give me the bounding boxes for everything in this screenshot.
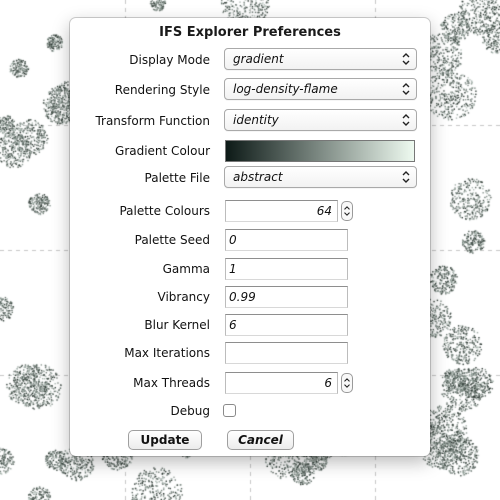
blur-kernel-label: Blur Kernel bbox=[144, 318, 210, 332]
palette-seed-label: Palette Seed bbox=[134, 233, 210, 247]
debug-checkbox[interactable] bbox=[223, 404, 236, 417]
display-mode-value: gradient bbox=[233, 52, 284, 66]
gradient-colour-swatch[interactable] bbox=[225, 140, 415, 162]
transform-function-label: Transform Function bbox=[95, 114, 210, 128]
max-iterations-label: Max Iterations bbox=[124, 346, 210, 360]
palette-file-label: Palette File bbox=[144, 171, 210, 185]
update-button[interactable]: Update bbox=[128, 430, 202, 450]
max-threads-label: Max Threads bbox=[133, 376, 210, 390]
gamma-label: Gamma bbox=[162, 262, 210, 276]
rendering-style-value: log-density-flame bbox=[233, 82, 338, 96]
max-threads-field[interactable]: 6 bbox=[225, 372, 338, 394]
gamma-field[interactable]: 1 bbox=[225, 258, 348, 280]
preferences-dialog: IFS Explorer Preferences Display Mode gr… bbox=[70, 18, 430, 456]
palette-file-value: abstract bbox=[233, 170, 283, 184]
gradient-colour-label: Gradient Colour bbox=[115, 144, 210, 158]
display-mode-select[interactable]: gradient bbox=[224, 48, 417, 70]
palette-colours-stepper[interactable] bbox=[341, 201, 353, 221]
display-mode-label: Display Mode bbox=[129, 53, 210, 67]
chevron-updown-icon bbox=[402, 83, 410, 95]
cancel-button[interactable]: Cancel bbox=[227, 430, 294, 450]
chevron-updown-icon bbox=[402, 171, 410, 183]
vibrancy-label: Vibrancy bbox=[157, 290, 211, 304]
rendering-style-select[interactable]: log-density-flame bbox=[224, 78, 417, 100]
debug-label: Debug bbox=[170, 404, 210, 418]
rendering-style-label: Rendering Style bbox=[114, 83, 210, 97]
max-threads-stepper[interactable] bbox=[341, 373, 353, 393]
palette-colours-label: Palette Colours bbox=[119, 204, 210, 218]
blur-kernel-field[interactable]: 6 bbox=[225, 314, 348, 336]
palette-seed-field[interactable]: 0 bbox=[225, 229, 348, 251]
chevron-updown-icon bbox=[402, 114, 410, 126]
dialog-title: IFS Explorer Preferences bbox=[159, 25, 341, 40]
palette-file-select[interactable]: abstract bbox=[224, 166, 417, 188]
chevron-updown-icon bbox=[402, 53, 410, 65]
vibrancy-field[interactable]: 0.99 bbox=[225, 286, 348, 308]
palette-colours-field[interactable]: 64 bbox=[225, 200, 338, 222]
max-iterations-field[interactable] bbox=[225, 342, 348, 364]
transform-function-value: identity bbox=[233, 113, 279, 127]
transform-function-select[interactable]: identity bbox=[224, 109, 417, 131]
